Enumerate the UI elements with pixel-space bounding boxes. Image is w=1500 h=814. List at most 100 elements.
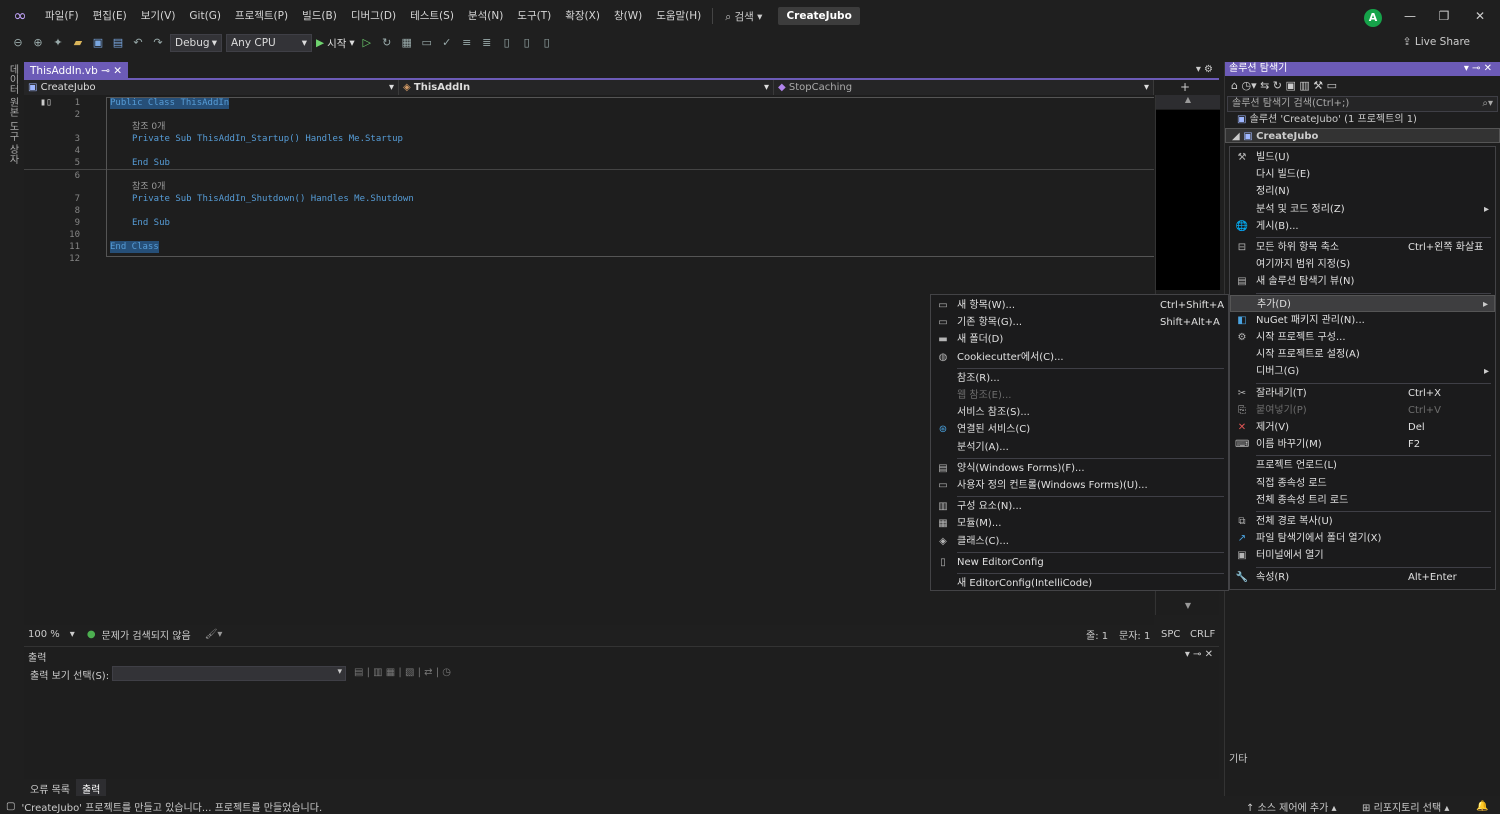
split-editor-icon[interactable]: +	[1180, 80, 1190, 94]
pane-options-icon[interactable]: ▾ ⊸ ✕	[1464, 62, 1492, 76]
expand-icon[interactable]: ◢	[1232, 131, 1240, 142]
menu-item-item-13[interactable]: 시작 프로젝트로 설정(A)	[1230, 346, 1495, 363]
menu-item-paste-17[interactable]: ⎘ 붙여넣기(P) Ctrl+V	[1230, 402, 1495, 419]
menu-item-class-16[interactable]: ◈ 클래스(C)...	[931, 533, 1228, 550]
menu-item-item-6[interactable]: 웹 참조(E)...	[931, 387, 1228, 404]
menu-item[interactable]: 보기(V)	[134, 0, 183, 32]
output-source-select[interactable]: ▾	[112, 666, 346, 681]
menu-item[interactable]: 프로젝트(P)	[228, 0, 295, 32]
menu-item-item-23[interactable]: 전체 종속성 트리 로드	[1230, 492, 1495, 509]
menu-item-newfolder-2[interactable]: ▬ 새 폴더(D)	[931, 331, 1228, 348]
start-debug-button[interactable]: ▶ 시작 ▾	[316, 36, 355, 51]
restore-icon[interactable]: ❐	[1432, 6, 1456, 26]
menu-item-delete-18[interactable]: ✕ 제거(V) Del	[1230, 419, 1495, 436]
menu-item-newitem-0[interactable]: ▭ 새 항목(W)... Ctrl+Shift+A	[931, 297, 1228, 314]
reference-count[interactable]: 참조 0개	[132, 181, 165, 193]
menu-item-wrench-29[interactable]: 🔧 속성(R) Alt+Enter	[1230, 569, 1495, 586]
member-dropdown[interactable]: ◆ StopCaching ▾	[774, 80, 1154, 95]
undo-icon[interactable]: ↶	[130, 35, 146, 51]
tab-overflow-icon[interactable]: ▾ ⚙	[1196, 64, 1213, 75]
start-without-debug-icon[interactable]: ▷	[359, 35, 375, 51]
menu-item-collapse-6[interactable]: ⊟ 모든 하위 항목 축소 Ctrl+왼쪽 화살표	[1230, 239, 1495, 256]
menu-item-newview-8[interactable]: ▤ 새 솔루션 탐색기 뷰(N)	[1230, 273, 1495, 290]
source-control-button[interactable]: ↑ 소스 제어에 추가 ▴	[1246, 799, 1337, 814]
tree-item-solution[interactable]: ▣ 솔루션 'CreateJubo' (1 프로젝트의 1)	[1225, 112, 1500, 128]
menu-item-form-11[interactable]: ▤ 양식(Windows Forms)(F)...	[931, 460, 1228, 477]
notifications-icon[interactable]: 🔔	[1476, 801, 1488, 812]
tab-thisaddin-vb[interactable]: ThisAddIn.vb ⊸ ✕	[24, 62, 129, 80]
menu-item[interactable]: 도구(T)	[510, 0, 558, 32]
tree-item-project[interactable]: ◢ ▣ CreateJubo	[1225, 128, 1500, 143]
menu-item[interactable]: 창(W)	[607, 0, 649, 32]
minimize-icon[interactable]: —	[1398, 6, 1422, 26]
line-indicator[interactable]: 줄: 1	[1086, 627, 1108, 642]
menu-item-rename-19[interactable]: ⌨ 이름 바꾸기(M) F2	[1230, 436, 1495, 453]
menu-item-cookie-3[interactable]: ◍ Cookiecutter에서(C)...	[931, 349, 1228, 366]
menu-item-item-2[interactable]: 정리(N)	[1230, 183, 1495, 200]
menu-item[interactable]: 확장(X)	[558, 0, 607, 32]
class-dropdown[interactable]: ◈ ThisAddIn ▾	[399, 80, 774, 95]
menu-item[interactable]: 빌드(B)	[295, 0, 344, 32]
menu-item-component-14[interactable]: ▥ 구성 요소(N)...	[931, 498, 1228, 515]
pane-options-icon[interactable]: ▾ ⊸ ✕	[1185, 649, 1213, 660]
scroll-down-icon[interactable]: ▼	[1156, 601, 1220, 615]
tab-toolbox[interactable]: 도구 상자	[5, 121, 20, 164]
back-icon[interactable]: ⊖	[10, 35, 26, 51]
menu-item[interactable]: 편집(E)	[86, 0, 134, 32]
tab-output[interactable]: 출력	[75, 779, 107, 796]
menu-item-build-0[interactable]: ⚒ 빌드(U)	[1230, 149, 1495, 166]
bookmark-prev-icon[interactable]: ▯	[519, 35, 535, 51]
solution-explorer-toolbar[interactable]: ⌂ ◷▾ ⇆ ↻ ▣ ▥ ⚒ ▭	[1225, 76, 1500, 96]
menu-item-editorconfig-18[interactable]: ▯ New EditorConfig	[931, 554, 1228, 571]
menu-item-item-21[interactable]: 프로젝트 언로드(L)	[1230, 457, 1495, 474]
forward-icon[interactable]: ⊕	[30, 35, 46, 51]
code-cleanup-icon[interactable]: 🖌▾	[197, 629, 231, 640]
menu-item[interactable]: Git(G)	[182, 0, 228, 32]
menu-item[interactable]: 디버그(D)	[344, 0, 403, 32]
visual-studio-logo-icon[interactable]: ∞	[8, 4, 32, 28]
column-indicator[interactable]: 문자: 1	[1119, 627, 1150, 642]
pin-icon[interactable]: ⊸	[101, 65, 110, 77]
open-file-icon[interactable]: ▰	[70, 35, 86, 51]
reference-count[interactable]: 참조 0개	[132, 121, 165, 133]
project-dropdown[interactable]: ▣ CreateJubo ▾	[24, 80, 399, 95]
menu-item-item-22[interactable]: 직접 종속성 로드	[1230, 475, 1495, 492]
bookmark-icon[interactable]: ▯	[499, 35, 515, 51]
menu-item-copy-25[interactable]: ⧉ 전체 경로 복사(U)	[1230, 513, 1495, 530]
menu-item-item-5[interactable]: 참조(R)...	[931, 370, 1228, 387]
menu-item-item-3[interactable]: 분석 및 코드 정리(Z) ▸	[1230, 201, 1495, 218]
menu-item-item-7[interactable]: 여기까지 범위 지정(S)	[1230, 256, 1495, 273]
output-toolbar-icons[interactable]: ▤ | ▥ ▦ | ▧ | ⇄ | ◷	[354, 667, 451, 678]
scroll-up-icon[interactable]: ▲	[1156, 95, 1220, 109]
menu-item[interactable]: 테스트(S)	[403, 0, 461, 32]
solution-search-input[interactable]: 솔루션 탐색기 검색(Ctrl+;) ⌕▾	[1227, 96, 1498, 112]
menu-item[interactable]: 도움말(H)	[649, 0, 708, 32]
tab-error-list[interactable]: 오류 목록	[24, 779, 76, 796]
line-ending-indicator[interactable]: CRLF	[1190, 629, 1215, 640]
menu-item-folder-arrow-26[interactable]: ↗ 파일 탐색기에서 폴더 열기(X)	[1230, 530, 1495, 547]
save-icon[interactable]: ▣	[90, 35, 106, 51]
comment-icon[interactable]: ≡	[459, 35, 475, 51]
zoom-level[interactable]: 100 %	[24, 629, 64, 640]
solution-icon[interactable]: ▦	[399, 35, 415, 51]
menu-item-cut-16[interactable]: ✂ 잘라내기(T) Ctrl+X	[1230, 385, 1495, 402]
menu-item-globe-4[interactable]: 🌐 게시(B)...	[1230, 218, 1495, 235]
search-icon[interactable]: ⌕▾	[1482, 97, 1493, 111]
live-share-button[interactable]: ⇪ Live Share	[1403, 36, 1470, 48]
platform-select[interactable]: Any CPU ▾	[226, 34, 312, 52]
menu-item-userctrl-12[interactable]: ▭ 사용자 정의 컨트롤(Windows Forms)(U)...	[931, 477, 1228, 494]
menu-item-existitem-1[interactable]: ▭ 기존 항목(G)... Shift+Alt+A	[931, 314, 1228, 331]
tab-data-sources[interactable]: 데이터 원본	[5, 64, 20, 117]
menu-item-item-14[interactable]: 디버그(G) ▸	[1230, 363, 1495, 380]
menu-item-gear-12[interactable]: ⚙ 시작 프로젝트 구성...	[1230, 329, 1495, 346]
menu-item-module-15[interactable]: ▦ 모듈(M)...	[931, 515, 1228, 532]
menu-item[interactable]: 파일(F)	[38, 0, 86, 32]
menu-item-item-9[interactable]: 분석기(A)...	[931, 439, 1228, 456]
menu-item-item-20[interactable]: 새 EditorConfig(IntelliCode)	[931, 575, 1228, 592]
menu-item-item-7[interactable]: 서비스 참조(S)...	[931, 404, 1228, 421]
issues-status[interactable]: 문제가 검색되지 않음	[96, 627, 197, 642]
repository-button[interactable]: ⊞ 리포지토리 선택 ▴	[1362, 799, 1449, 814]
configuration-select[interactable]: Debug ▾	[170, 34, 222, 52]
hot-reload-icon[interactable]: ↻	[379, 35, 395, 51]
menu-item-item-1[interactable]: 다시 빌드(E)	[1230, 166, 1495, 183]
